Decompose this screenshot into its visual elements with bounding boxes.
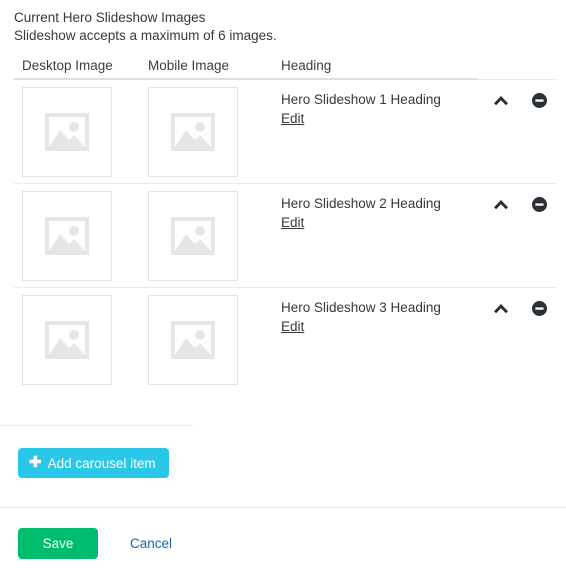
remove-button[interactable] <box>530 299 548 317</box>
add-carousel-item-label: Add carousel item <box>47 455 156 471</box>
add-section-divider <box>0 425 566 426</box>
move-up-button[interactable] <box>492 195 510 213</box>
image-placeholder-icon <box>171 217 215 255</box>
image-placeholder-icon <box>45 321 89 359</box>
plus-icon: ✚ <box>29 454 42 471</box>
chevron-up-icon <box>494 199 508 209</box>
cell-mobile-image <box>148 87 281 177</box>
chevron-up-icon <box>494 95 508 105</box>
cancel-link[interactable]: Cancel <box>130 536 172 551</box>
mobile-image-thumbnail[interactable] <box>148 295 238 385</box>
row-action-group <box>492 91 548 109</box>
footer-divider <box>0 507 566 508</box>
remove-button[interactable] <box>530 91 548 109</box>
column-header-heading: Heading <box>281 58 332 73</box>
cell-desktop-image <box>22 191 148 281</box>
cell-mobile-image <box>148 295 281 385</box>
move-up-button[interactable] <box>492 91 510 109</box>
image-placeholder-icon <box>45 113 89 151</box>
desktop-image-thumbnail[interactable] <box>22 191 112 281</box>
footer-actions: Save Cancel <box>0 508 566 559</box>
page-title: Current Hero Slideshow Images <box>14 10 206 25</box>
add-carousel-item-button[interactable]: ✚ Add carousel item <box>18 448 169 478</box>
image-placeholder-icon <box>45 217 89 255</box>
column-header-desktop-image: Desktop Image <box>22 58 113 73</box>
add-section: ✚ Add carousel item <box>0 426 566 478</box>
minus-circle-icon <box>531 196 547 212</box>
image-placeholder-icon <box>171 321 215 359</box>
hero-slideshow-panel: Current Hero Slideshow Images Slideshow … <box>0 0 566 583</box>
edit-link[interactable]: Edit <box>281 318 304 335</box>
mobile-image-thumbnail[interactable] <box>148 87 238 177</box>
minus-circle-icon <box>531 300 547 316</box>
row-action-group <box>492 195 548 213</box>
desktop-image-thumbnail[interactable] <box>22 87 112 177</box>
row-action-group <box>492 299 548 317</box>
slideshow-table: Desktop Image Mobile Image Heading Hero … <box>0 54 566 391</box>
minus-circle-icon <box>531 92 547 108</box>
cell-mobile-image <box>148 191 281 281</box>
desktop-image-thumbnail[interactable] <box>22 295 112 385</box>
table-row: Hero Slideshow 3 Heading Edit <box>0 288 566 391</box>
cell-desktop-image <box>22 295 148 385</box>
table-row: Hero Slideshow 2 Heading Edit <box>0 184 566 287</box>
move-up-button[interactable] <box>492 299 510 317</box>
cell-desktop-image <box>22 87 148 177</box>
section-header: Current Hero Slideshow Images Slideshow … <box>0 0 566 45</box>
mobile-image-thumbnail[interactable] <box>148 191 238 281</box>
table-row: Hero Slideshow 1 Heading Edit <box>0 80 566 183</box>
table-header-row: Desktop Image Mobile Image Heading <box>0 54 566 78</box>
save-button[interactable]: Save <box>18 528 98 559</box>
edit-link[interactable]: Edit <box>281 214 304 231</box>
chevron-up-icon <box>494 303 508 313</box>
section-subtitle: Slideshow accepts a maximum of 6 images. <box>14 28 277 43</box>
remove-button[interactable] <box>530 195 548 213</box>
column-header-mobile-image: Mobile Image <box>148 58 230 73</box>
image-placeholder-icon <box>171 113 215 151</box>
edit-link[interactable]: Edit <box>281 110 304 127</box>
